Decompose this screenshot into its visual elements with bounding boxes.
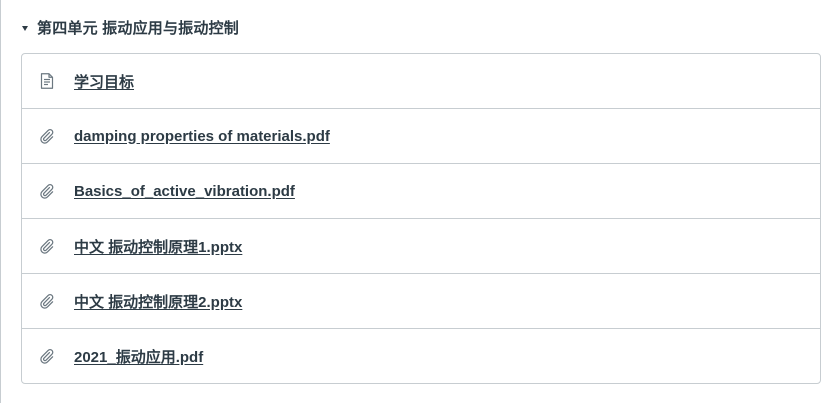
module-item-file: Basics_of_active_vibration.pdf — [22, 164, 820, 219]
module-item-learning-objectives: 学习目标 — [22, 54, 820, 109]
paperclip-icon — [39, 237, 55, 255]
paperclip-icon — [39, 292, 55, 310]
module-item-file: 中文 振动控制原理2.pptx — [22, 274, 820, 329]
module-item-file: 2021_振动应用.pdf — [22, 329, 820, 383]
module-title: 第四单元 振动应用与振动控制 — [37, 19, 239, 37]
module-item-link[interactable]: 学习目标 — [74, 71, 134, 92]
module-item-file: damping properties of materials.pdf — [22, 109, 820, 164]
page-icon — [39, 72, 55, 90]
module-item-link[interactable]: Basics_of_active_vibration.pdf — [74, 183, 295, 200]
paperclip-icon — [39, 347, 55, 365]
module-items-list: 学习目标 damping properties of materials.pdf… — [21, 53, 821, 384]
collapse-caret-icon[interactable] — [22, 25, 28, 31]
module-item-link[interactable]: 中文 振动控制原理1.pptx — [74, 236, 242, 257]
paperclip-icon — [39, 127, 55, 145]
module-header[interactable]: 第四单元 振动应用与振动控制 — [22, 14, 239, 40]
module-item-link[interactable]: 2021_振动应用.pdf — [74, 346, 203, 367]
paperclip-icon — [39, 182, 55, 200]
module-item-file: 中文 振动控制原理1.pptx — [22, 219, 820, 274]
module-item-link[interactable]: damping properties of materials.pdf — [74, 128, 330, 145]
module-item-link[interactable]: 中文 振动控制原理2.pptx — [74, 291, 242, 312]
